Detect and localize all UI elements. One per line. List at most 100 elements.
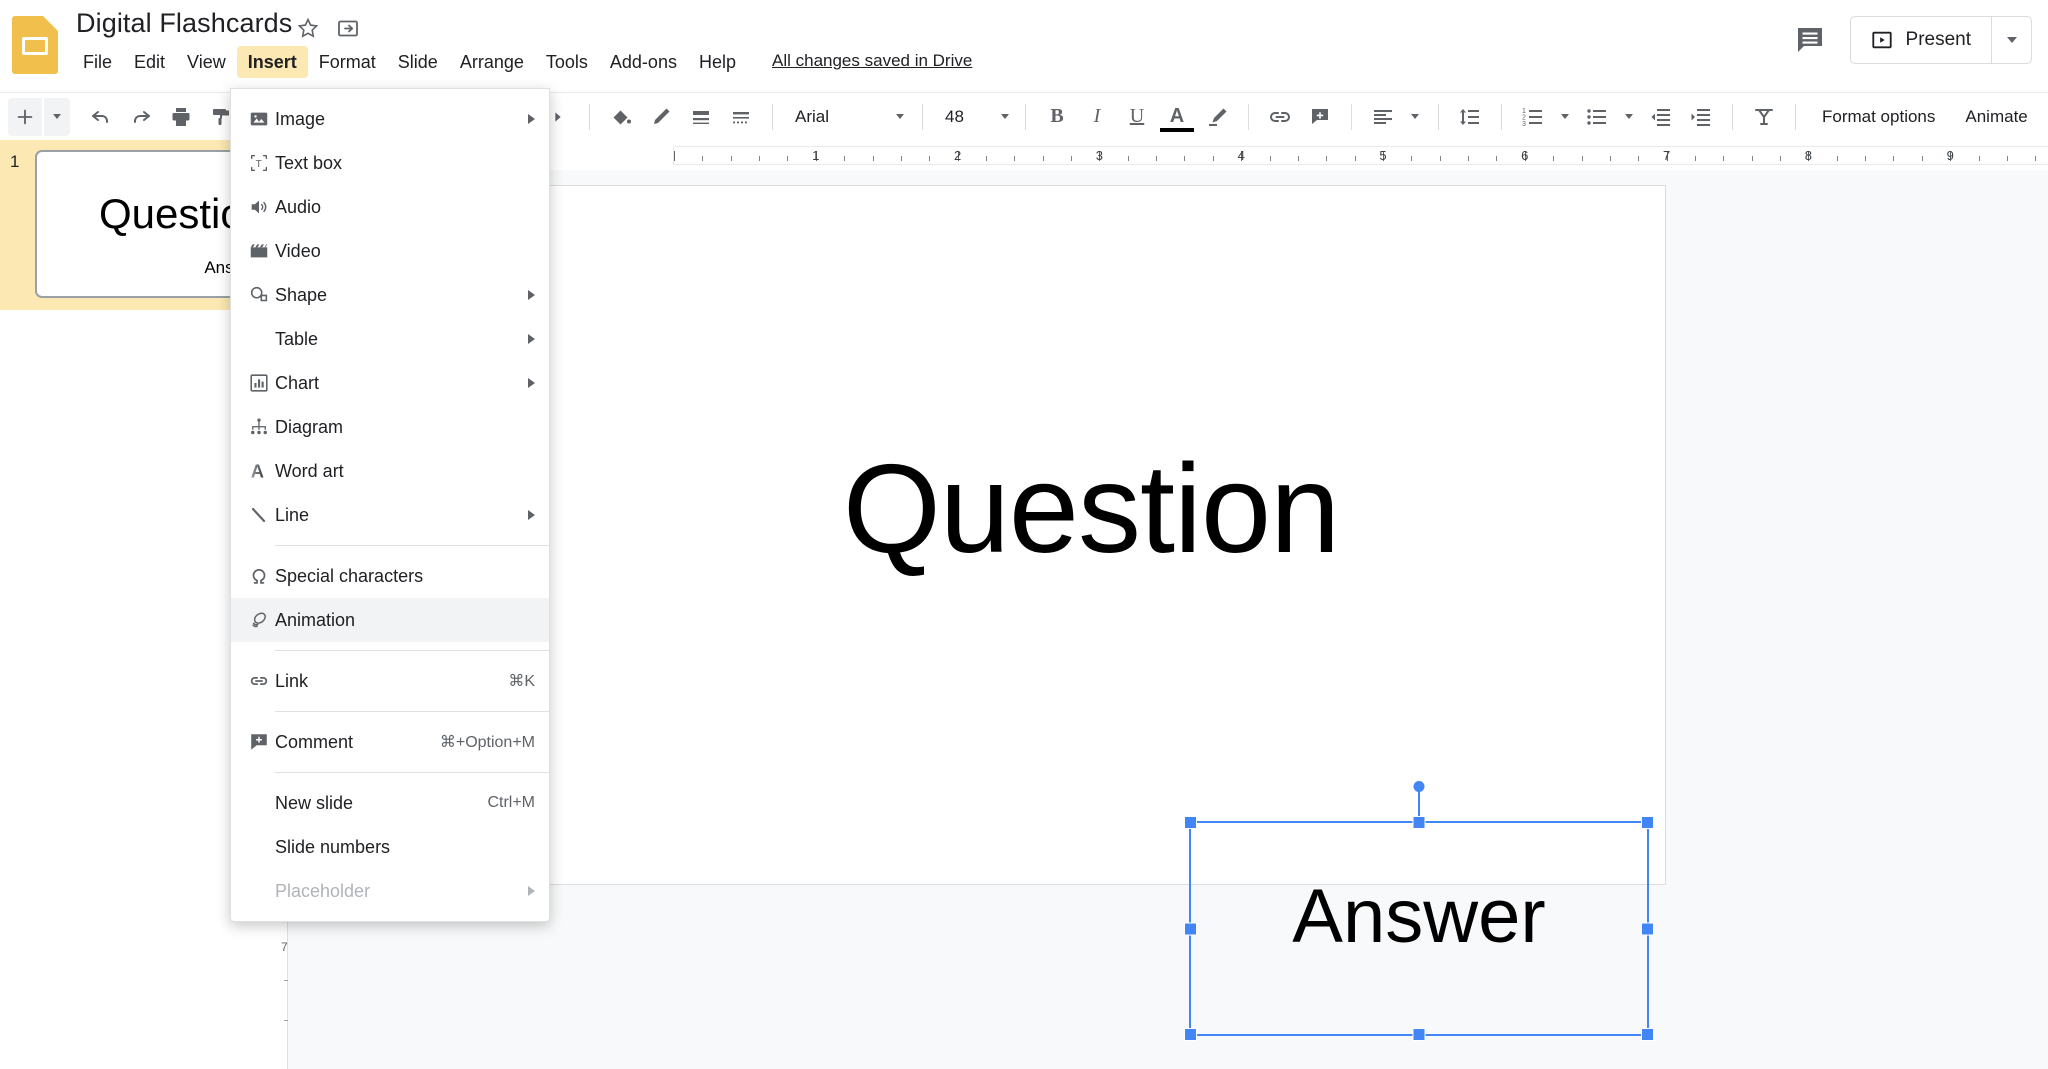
- new-slide-button[interactable]: [8, 97, 42, 136]
- menu-view[interactable]: View: [176, 46, 237, 78]
- bulleted-list-caret[interactable]: [1618, 98, 1640, 136]
- insert-menu-item-image[interactable]: Image: [231, 97, 549, 141]
- menu-insert[interactable]: Insert: [236, 46, 308, 78]
- slide-question-text[interactable]: Question: [517, 446, 1665, 572]
- resize-handle-n[interactable]: [1412, 816, 1426, 829]
- italic-button[interactable]: I: [1078, 98, 1116, 136]
- resize-handle-se[interactable]: [1641, 1028, 1654, 1041]
- new-slide-layout-caret[interactable]: [44, 97, 70, 136]
- insert-menu-item-line[interactable]: Line: [231, 493, 549, 537]
- insert-menu-item-chart[interactable]: Chart: [231, 361, 549, 405]
- resize-handle-e[interactable]: [1641, 922, 1654, 935]
- ruler-tick: [929, 156, 931, 161]
- menu-slide[interactable]: Slide: [387, 46, 449, 78]
- undo-button[interactable]: [82, 98, 120, 136]
- star-icon[interactable]: [296, 16, 320, 40]
- text-color-button[interactable]: A: [1158, 98, 1196, 136]
- font-size-select[interactable]: 48: [935, 99, 1013, 135]
- insert-menu-item-new-slide[interactable]: New slide Ctrl+M: [231, 781, 549, 825]
- resize-handle-nw[interactable]: [1184, 816, 1197, 829]
- menu-edit[interactable]: Edit: [123, 46, 176, 78]
- save-status-label[interactable]: All changes saved in Drive: [772, 51, 972, 71]
- border-weight-button[interactable]: [682, 98, 720, 136]
- chevron-down-icon: [1561, 114, 1569, 119]
- present-dropdown-caret[interactable]: [1991, 17, 2031, 63]
- border-dash-button[interactable]: [722, 98, 760, 136]
- ruler-label-1: 1: [812, 148, 820, 163]
- insert-menu-item-comment[interactable]: Comment ⌘+Option+M: [231, 720, 549, 764]
- chevron-down-icon: [896, 114, 904, 119]
- comment-history-icon[interactable]: [1792, 22, 1828, 58]
- ruler-tick: [1127, 156, 1129, 161]
- fill-color-button[interactable]: [602, 98, 640, 136]
- move-to-folder-icon[interactable]: [336, 16, 360, 40]
- ruler-track[interactable]: 1 2 3 4 5 6 7 8 9: [673, 146, 2048, 165]
- answer-text-box-selected[interactable]: Answer: [1184, 781, 1654, 1041]
- numbered-list-button[interactable]: 123: [1514, 98, 1552, 136]
- line-spacing-button[interactable]: [1451, 98, 1489, 136]
- insert-menu-item-diagram[interactable]: Diagram: [231, 405, 549, 449]
- bold-button[interactable]: B: [1038, 98, 1076, 136]
- menu-item-label: Animation: [275, 609, 356, 630]
- animate-button[interactable]: Animate: [1951, 107, 2041, 127]
- insert-menu-item-special-characters[interactable]: Special characters: [231, 554, 549, 598]
- ruler-tick: [2006, 156, 2008, 161]
- insert-comment-button[interactable]: [1301, 98, 1339, 136]
- toolbar-divider: [1248, 103, 1249, 130]
- resize-handle-sw[interactable]: [1184, 1028, 1197, 1041]
- insert-dropdown-menu[interactable]: Image T Text box Audio Video Shape Table Chart D…: [230, 88, 550, 922]
- slide-answer-text[interactable]: Answer: [1191, 879, 1647, 955]
- print-button[interactable]: [162, 98, 200, 136]
- ruler-tick: [759, 156, 761, 161]
- editor-canvas-area: 1 2 3 4 5 6 7 8 9 Question Answer: [288, 140, 2048, 1069]
- audio-icon: [243, 196, 275, 218]
- insert-menu-item-video[interactable]: Video: [231, 229, 549, 273]
- font-family-select[interactable]: Arial: [785, 99, 910, 135]
- underline-button[interactable]: U: [1118, 98, 1156, 136]
- slide-editing-canvas[interactable]: Question Answer: [516, 185, 1666, 1041]
- menu-file[interactable]: File: [72, 46, 123, 78]
- resize-handle-ne[interactable]: [1641, 816, 1654, 829]
- bulleted-list-button[interactable]: [1578, 98, 1616, 136]
- align-button[interactable]: [1364, 98, 1402, 136]
- highlight-color-button[interactable]: [1198, 98, 1236, 136]
- menu-tools[interactable]: Tools: [535, 46, 599, 78]
- insert-menu-item-animation[interactable]: Animation: [231, 598, 549, 642]
- insert-menu-item-slide-numbers[interactable]: Slide numbers: [231, 825, 549, 869]
- present-button[interactable]: Present: [1851, 17, 1991, 63]
- rotation-handle[interactable]: [1413, 781, 1425, 792]
- animation-icon: [243, 609, 275, 631]
- insert-menu-item-shape[interactable]: Shape: [231, 273, 549, 317]
- menu-format[interactable]: Format: [308, 46, 387, 78]
- insert-menu-item-table[interactable]: Table: [231, 317, 549, 361]
- ruler-tick: [872, 156, 874, 161]
- slides-logo-icon: [12, 16, 58, 74]
- redo-button[interactable]: [122, 98, 160, 136]
- slide-number: 1: [10, 152, 20, 171]
- document-title[interactable]: Digital Flashcards: [76, 8, 292, 39]
- horizontal-ruler: 1 2 3 4 5 6 7 8 9: [288, 140, 2048, 170]
- ruler-tick: [1269, 156, 1271, 161]
- border-color-button[interactable]: [642, 98, 680, 136]
- clear-formatting-button[interactable]: [1745, 98, 1783, 136]
- decrease-indent-button[interactable]: [1642, 98, 1680, 136]
- align-caret[interactable]: [1404, 98, 1426, 136]
- format-options-button[interactable]: Format options: [1808, 107, 1949, 127]
- vruler-label-7: 7: [281, 940, 288, 954]
- present-play-icon: [1871, 29, 1893, 51]
- menu-item-label: Table: [275, 328, 319, 349]
- resize-handle-s[interactable]: [1412, 1028, 1426, 1041]
- resize-handle-w[interactable]: [1184, 922, 1197, 935]
- menu-help[interactable]: Help: [688, 46, 747, 78]
- insert-menu-item-audio[interactable]: Audio: [231, 185, 549, 229]
- menu-add-ons[interactable]: Add-ons: [599, 46, 688, 78]
- insert-menu-item-word-art[interactable]: A Word art: [231, 449, 549, 493]
- insert-menu-item-link[interactable]: Link ⌘K: [231, 659, 549, 703]
- svg-text:T: T: [256, 159, 262, 170]
- menu-arrange[interactable]: Arrange: [449, 46, 535, 78]
- increase-indent-button[interactable]: [1682, 98, 1720, 136]
- insert-link-button[interactable]: [1261, 98, 1299, 136]
- numbered-list-caret[interactable]: [1554, 98, 1576, 136]
- insert-menu-item-text-box[interactable]: T Text box: [231, 141, 549, 185]
- insert-menu-item-placeholder: Placeholder: [231, 869, 549, 913]
